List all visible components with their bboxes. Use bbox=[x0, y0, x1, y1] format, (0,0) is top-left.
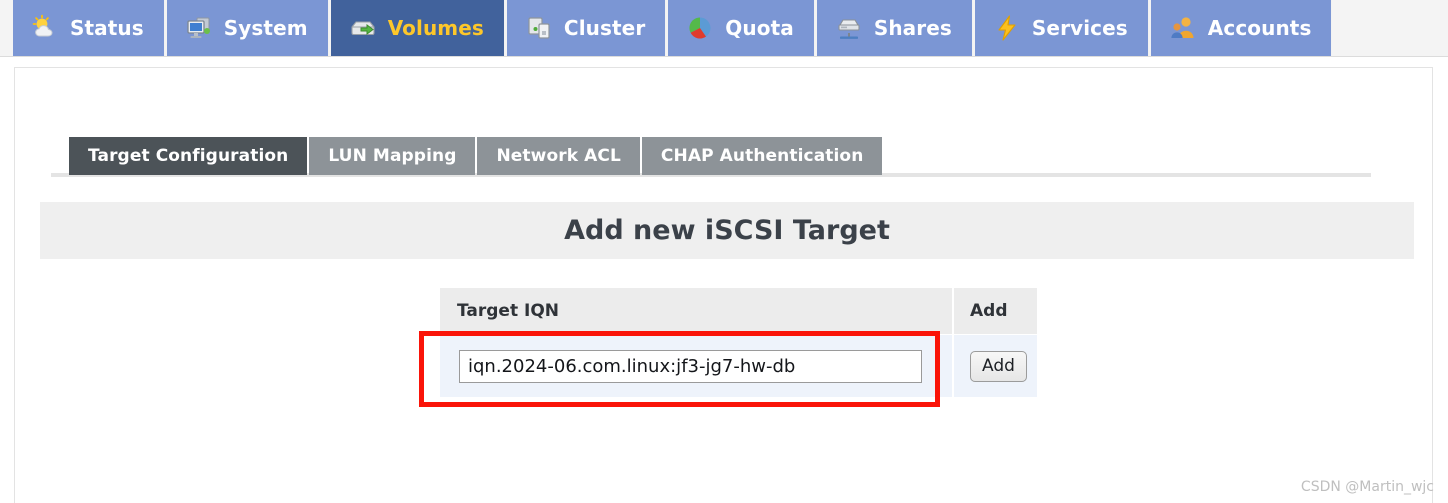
add-target-form-table: Target IQN Add Add bbox=[440, 288, 1037, 397]
users-icon bbox=[1169, 14, 1197, 42]
subtab-list: Target Configuration LUN Mapping Network… bbox=[69, 137, 883, 175]
nav-tab-status[interactable]: Status bbox=[13, 0, 165, 56]
nav-tab-volumes[interactable]: Volumes bbox=[330, 0, 505, 56]
nav-tab-label: Status bbox=[70, 16, 144, 40]
nav-tab-strip: Status System Volumes Cluster Quota Shar… bbox=[13, 0, 1333, 57]
subtab-label: CHAP Authentication bbox=[660, 146, 864, 166]
column-header-target-iqn: Target IQN bbox=[440, 288, 952, 334]
subtab-label: Target Configuration bbox=[88, 146, 289, 166]
lightning-icon bbox=[993, 14, 1021, 42]
nav-tab-label: Cluster bbox=[563, 16, 646, 40]
nav-tab-quota[interactable]: Quota bbox=[668, 0, 815, 56]
table-header-row: Target IQN Add bbox=[440, 288, 1037, 334]
share-box-icon bbox=[835, 14, 863, 42]
target-iqn-input[interactable] bbox=[459, 349, 922, 383]
table-row: Add bbox=[440, 335, 1037, 397]
watermark: CSDN @Martin_wjc bbox=[1300, 479, 1434, 495]
nav-tab-shares[interactable]: Shares bbox=[816, 0, 973, 56]
sun-cloud-icon bbox=[31, 14, 59, 42]
nav-tab-label: System bbox=[223, 16, 308, 40]
subtab-label: Network ACL bbox=[496, 146, 621, 166]
subtab-target-configuration[interactable]: Target Configuration bbox=[69, 137, 308, 175]
nav-tab-accounts[interactable]: Accounts bbox=[1150, 0, 1333, 56]
nav-tab-cluster[interactable]: Cluster bbox=[506, 0, 667, 56]
disk-arrow-icon bbox=[349, 14, 377, 42]
nav-tab-label: Services bbox=[1031, 16, 1128, 40]
subtab-label: LUN Mapping bbox=[328, 146, 457, 166]
main-navigation-bar: Status System Volumes Cluster Quota Shar… bbox=[0, 0, 1448, 57]
target-iqn-cell bbox=[440, 335, 952, 397]
subtab-network-acl[interactable]: Network ACL bbox=[477, 137, 640, 175]
section-heading-bar: Add new iSCSI Target bbox=[40, 202, 1414, 259]
subtab-bar: Target Configuration LUN Mapping Network… bbox=[15, 137, 1434, 177]
pie-chart-icon bbox=[686, 14, 714, 42]
monitor-icon bbox=[185, 14, 213, 42]
nav-tab-services[interactable]: Services bbox=[974, 0, 1149, 56]
subtab-lun-mapping[interactable]: LUN Mapping bbox=[309, 137, 476, 175]
page-title: Add new iSCSI Target bbox=[564, 215, 890, 246]
subtab-chap-authentication[interactable]: CHAP Authentication bbox=[641, 137, 883, 175]
nav-tab-label: Quota bbox=[725, 16, 794, 40]
nav-tab-label: Shares bbox=[873, 16, 952, 40]
add-action-cell: Add bbox=[954, 335, 1037, 397]
nav-tab-system[interactable]: System bbox=[166, 0, 329, 56]
add-button[interactable]: Add bbox=[970, 350, 1027, 382]
servers-icon bbox=[525, 14, 553, 42]
nav-tab-label: Volumes bbox=[387, 16, 484, 40]
content-panel: Target Configuration LUN Mapping Network… bbox=[14, 67, 1433, 503]
column-header-add: Add bbox=[954, 288, 1037, 334]
nav-tab-label: Accounts bbox=[1207, 16, 1312, 40]
